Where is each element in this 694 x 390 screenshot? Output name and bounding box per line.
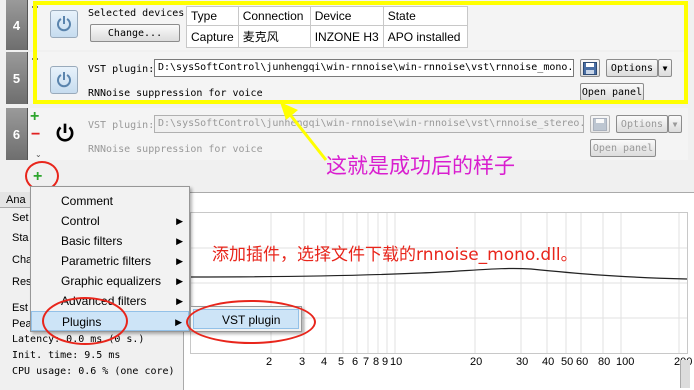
response-curve xyxy=(191,267,687,280)
success-highlight-box xyxy=(33,1,688,104)
row-number-5: 5 xyxy=(6,52,28,104)
options-button[interactable]: Options xyxy=(616,115,668,133)
menu-item-parametric-filters[interactable]: Parametric filters ▶ xyxy=(31,251,189,271)
x-tick-label: 60 xyxy=(576,356,589,368)
menu-item-comment[interactable]: Comment xyxy=(31,191,189,211)
analysis-tab-label: Ana xyxy=(6,194,26,206)
x-tick-label: 8 xyxy=(373,356,380,368)
save-disk-icon xyxy=(593,117,607,131)
x-tick-label: 20 xyxy=(470,356,483,368)
x-tick-label: 2 xyxy=(266,356,273,368)
x-tick-label: 3 xyxy=(299,356,306,368)
side-label-sta: Sta xyxy=(12,232,29,244)
add-plus-icon[interactable]: + xyxy=(30,109,39,125)
x-tick-label: 100 xyxy=(616,356,635,368)
browse-button[interactable] xyxy=(590,115,610,133)
row-number-label: 5 xyxy=(12,70,21,86)
x-tick-label: 7 xyxy=(363,356,370,368)
submenu-arrow-icon: ▶ xyxy=(176,256,183,266)
menu-item-label: Comment xyxy=(61,194,114,208)
power-toggle-button[interactable] xyxy=(54,122,76,147)
menu-item-label: Basic filters xyxy=(61,234,123,248)
cpu-usage-readout: CPU usage: 0.6 % (one core) xyxy=(12,366,175,377)
side-label-set: Set xyxy=(12,212,29,224)
submenu-arrow-icon: ▶ xyxy=(176,296,183,306)
x-tick-label: 6 xyxy=(352,356,359,368)
row-number-label: 6 xyxy=(12,126,21,142)
menu-item-control[interactable]: Control ▶ xyxy=(31,211,189,231)
scrollbar[interactable] xyxy=(680,360,690,388)
vst-plugin-circle-annotation xyxy=(186,300,316,344)
instruction-annotation-text: 添加插件，选择文件下载的rnnoise_mono.dll。 xyxy=(212,245,578,265)
x-tick-label: 40 xyxy=(542,356,555,368)
x-tick-label: 4 xyxy=(321,356,328,368)
menu-item-basic-filters[interactable]: Basic filters ▶ xyxy=(31,231,189,251)
menu-item-label: Graphic equalizers xyxy=(61,274,162,288)
x-tick-label: 5 xyxy=(338,356,345,368)
chevron-down-icon: ⌄ xyxy=(35,150,42,159)
row-number-label: 4 xyxy=(12,17,21,33)
success-annotation-text: 这就是成功后的样子 xyxy=(326,154,515,178)
chevron-down-icon: ▼ xyxy=(672,119,678,129)
vst-plugin-label: VST plugin: xyxy=(88,120,155,131)
x-axis-tick-labels: 2345678910203040506080100200 xyxy=(190,354,692,370)
side-label-res: Res xyxy=(12,276,32,288)
open-panel-button[interactable]: Open panel xyxy=(590,139,656,157)
side-label-est: Est xyxy=(12,302,28,314)
init-time-readout: Init. time: 9.5 ms xyxy=(12,350,121,361)
power-off-icon xyxy=(56,123,74,142)
x-tick-label: 30 xyxy=(516,356,529,368)
x-tick-label: 10 xyxy=(390,356,403,368)
remove-minus-icon[interactable]: − xyxy=(31,127,40,143)
submenu-arrow-icon: ▶ xyxy=(176,276,183,286)
options-dropdown-button[interactable]: ▼ xyxy=(668,115,682,133)
menu-item-graphic-equalizers[interactable]: Graphic equalizers ▶ xyxy=(31,271,189,291)
vst-plugin-path-field[interactable]: D:\sysSoftControl\junhengqi\win-rnnoise\… xyxy=(154,115,584,133)
submenu-arrow-icon: ▶ xyxy=(176,236,183,246)
side-label-pea: Pea xyxy=(12,318,32,330)
x-tick-label: 50 xyxy=(561,356,574,368)
menu-item-label: Parametric filters xyxy=(61,254,152,268)
menu-item-label: Control xyxy=(61,214,100,228)
x-tick-label: 80 xyxy=(598,356,611,368)
row-number-6: 6 xyxy=(6,108,28,160)
plugins-circle-annotation xyxy=(42,297,128,345)
submenu-arrow-icon: ▶ xyxy=(176,216,183,226)
x-tick-label: 9 xyxy=(382,356,389,368)
plugin-description: RNNoise suppression for voice xyxy=(88,144,263,155)
submenu-arrow-icon: ▶ xyxy=(175,317,182,327)
row-number-4: 4 xyxy=(6,0,28,50)
